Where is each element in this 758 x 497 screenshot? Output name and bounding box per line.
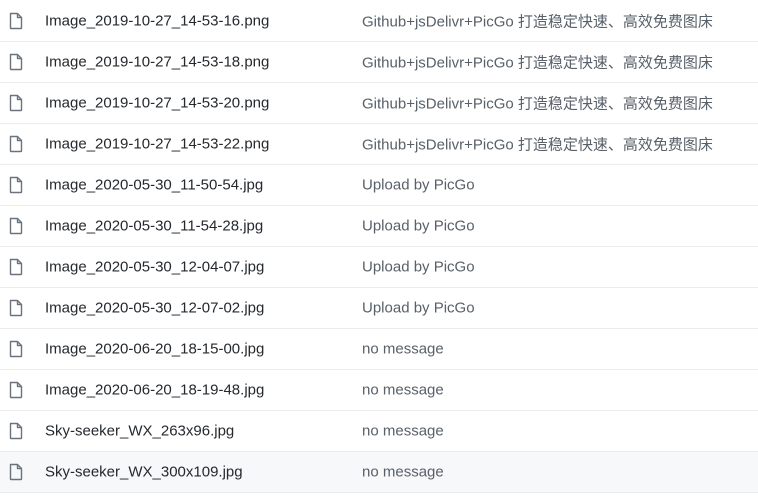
file-name-link[interactable]: Image_2020-06-20_18-19-48.jpg	[45, 382, 264, 399]
file-icon	[9, 12, 23, 29]
file-row[interactable]: Image_2020-05-30_11-54-28.jpg Upload by …	[0, 206, 758, 247]
commit-message-link[interactable]: no message	[362, 382, 444, 399]
file-name-link[interactable]: Image_2019-10-27_14-53-16.png	[45, 12, 269, 29]
file-icon	[9, 135, 23, 153]
file-row[interactable]: Image_2020-05-30_11-50-54.jpg Upload by …	[0, 165, 758, 206]
file-name-link[interactable]: Image_2020-05-30_12-04-07.jpg	[45, 259, 264, 276]
commit-message-link[interactable]: Upload by PicGo	[362, 300, 475, 317]
file-list: Image_2019-10-27_14-53-16.png Github+jsD…	[0, 0, 758, 497]
file-row[interactable]: Image_2020-05-30_12-07-02.jpg Upload by …	[0, 288, 758, 329]
commit-message-link[interactable]: Github+jsDelivr+PicGo 打造稳定快速、高效免费图床	[362, 134, 713, 155]
commit-message-link[interactable]: Github+jsDelivr+PicGo 打造稳定快速、高效免费图床	[362, 10, 713, 31]
commit-message-link[interactable]: Upload by PicGo	[362, 259, 475, 276]
file-name-link[interactable]: Image_2019-10-27_14-53-18.png	[45, 54, 269, 71]
file-row[interactable]: Sky-seeker_WX_300x109.jpg no message	[0, 452, 758, 493]
file-name-link[interactable]: Image_2020-05-30_11-54-28.jpg	[45, 218, 263, 235]
file-row[interactable]: Image_2019-10-27_14-53-18.png Github+jsD…	[0, 42, 758, 83]
file-icon	[9, 299, 23, 317]
commit-message-link[interactable]: Github+jsDelivr+PicGo 打造稳定快速、高效免费图床	[362, 52, 713, 73]
file-row[interactable]: Sky-seeker_WX_263x96.jpg no message	[0, 411, 758, 452]
commit-message-link[interactable]: Upload by PicGo	[362, 177, 475, 194]
file-icon	[9, 176, 23, 194]
commit-message-link[interactable]: Upload by PicGo	[362, 218, 475, 235]
file-row[interactable]: Image_2020-05-30_12-04-07.jpg Upload by …	[0, 247, 758, 288]
file-icon	[9, 463, 23, 481]
file-icon	[9, 422, 23, 440]
commit-message-link[interactable]: no message	[362, 464, 444, 481]
file-row[interactable]: Image_2019-10-27_14-53-16.png Github+jsD…	[0, 0, 758, 42]
file-name-link[interactable]: Image_2020-05-30_12-07-02.jpg	[45, 300, 264, 317]
file-row[interactable]: Image_2019-10-27_14-53-20.png Github+jsD…	[0, 83, 758, 124]
file-row[interactable]: Image_2020-06-20_18-15-00.jpg no message	[0, 329, 758, 370]
file-icon	[9, 53, 23, 71]
file-icon	[9, 340, 23, 358]
commit-message-link[interactable]: no message	[362, 341, 444, 358]
commit-message-link[interactable]: no message	[362, 423, 444, 440]
file-name-link[interactable]: Sky-seeker_WX_263x96.jpg	[45, 423, 234, 440]
file-row[interactable]: Image_2019-10-27_14-53-22.png Github+jsD…	[0, 124, 758, 165]
file-icon	[9, 258, 23, 276]
commit-message-link[interactable]: Github+jsDelivr+PicGo 打造稳定快速、高效免费图床	[362, 93, 713, 114]
file-icon	[9, 94, 23, 112]
file-row[interactable]: Image_2020-06-20_18-19-48.jpg no message	[0, 370, 758, 411]
file-icon	[9, 381, 23, 399]
file-name-link[interactable]: Image_2020-05-30_11-50-54.jpg	[45, 177, 263, 194]
file-name-link[interactable]: Sky-seeker_WX_300x109.jpg	[45, 464, 243, 481]
file-name-link[interactable]: Image_2019-10-27_14-53-20.png	[45, 95, 269, 112]
file-name-link[interactable]: Image_2019-10-27_14-53-22.png	[45, 136, 269, 153]
file-icon	[9, 217, 23, 235]
file-name-link[interactable]: Image_2020-06-20_18-15-00.jpg	[45, 341, 264, 358]
